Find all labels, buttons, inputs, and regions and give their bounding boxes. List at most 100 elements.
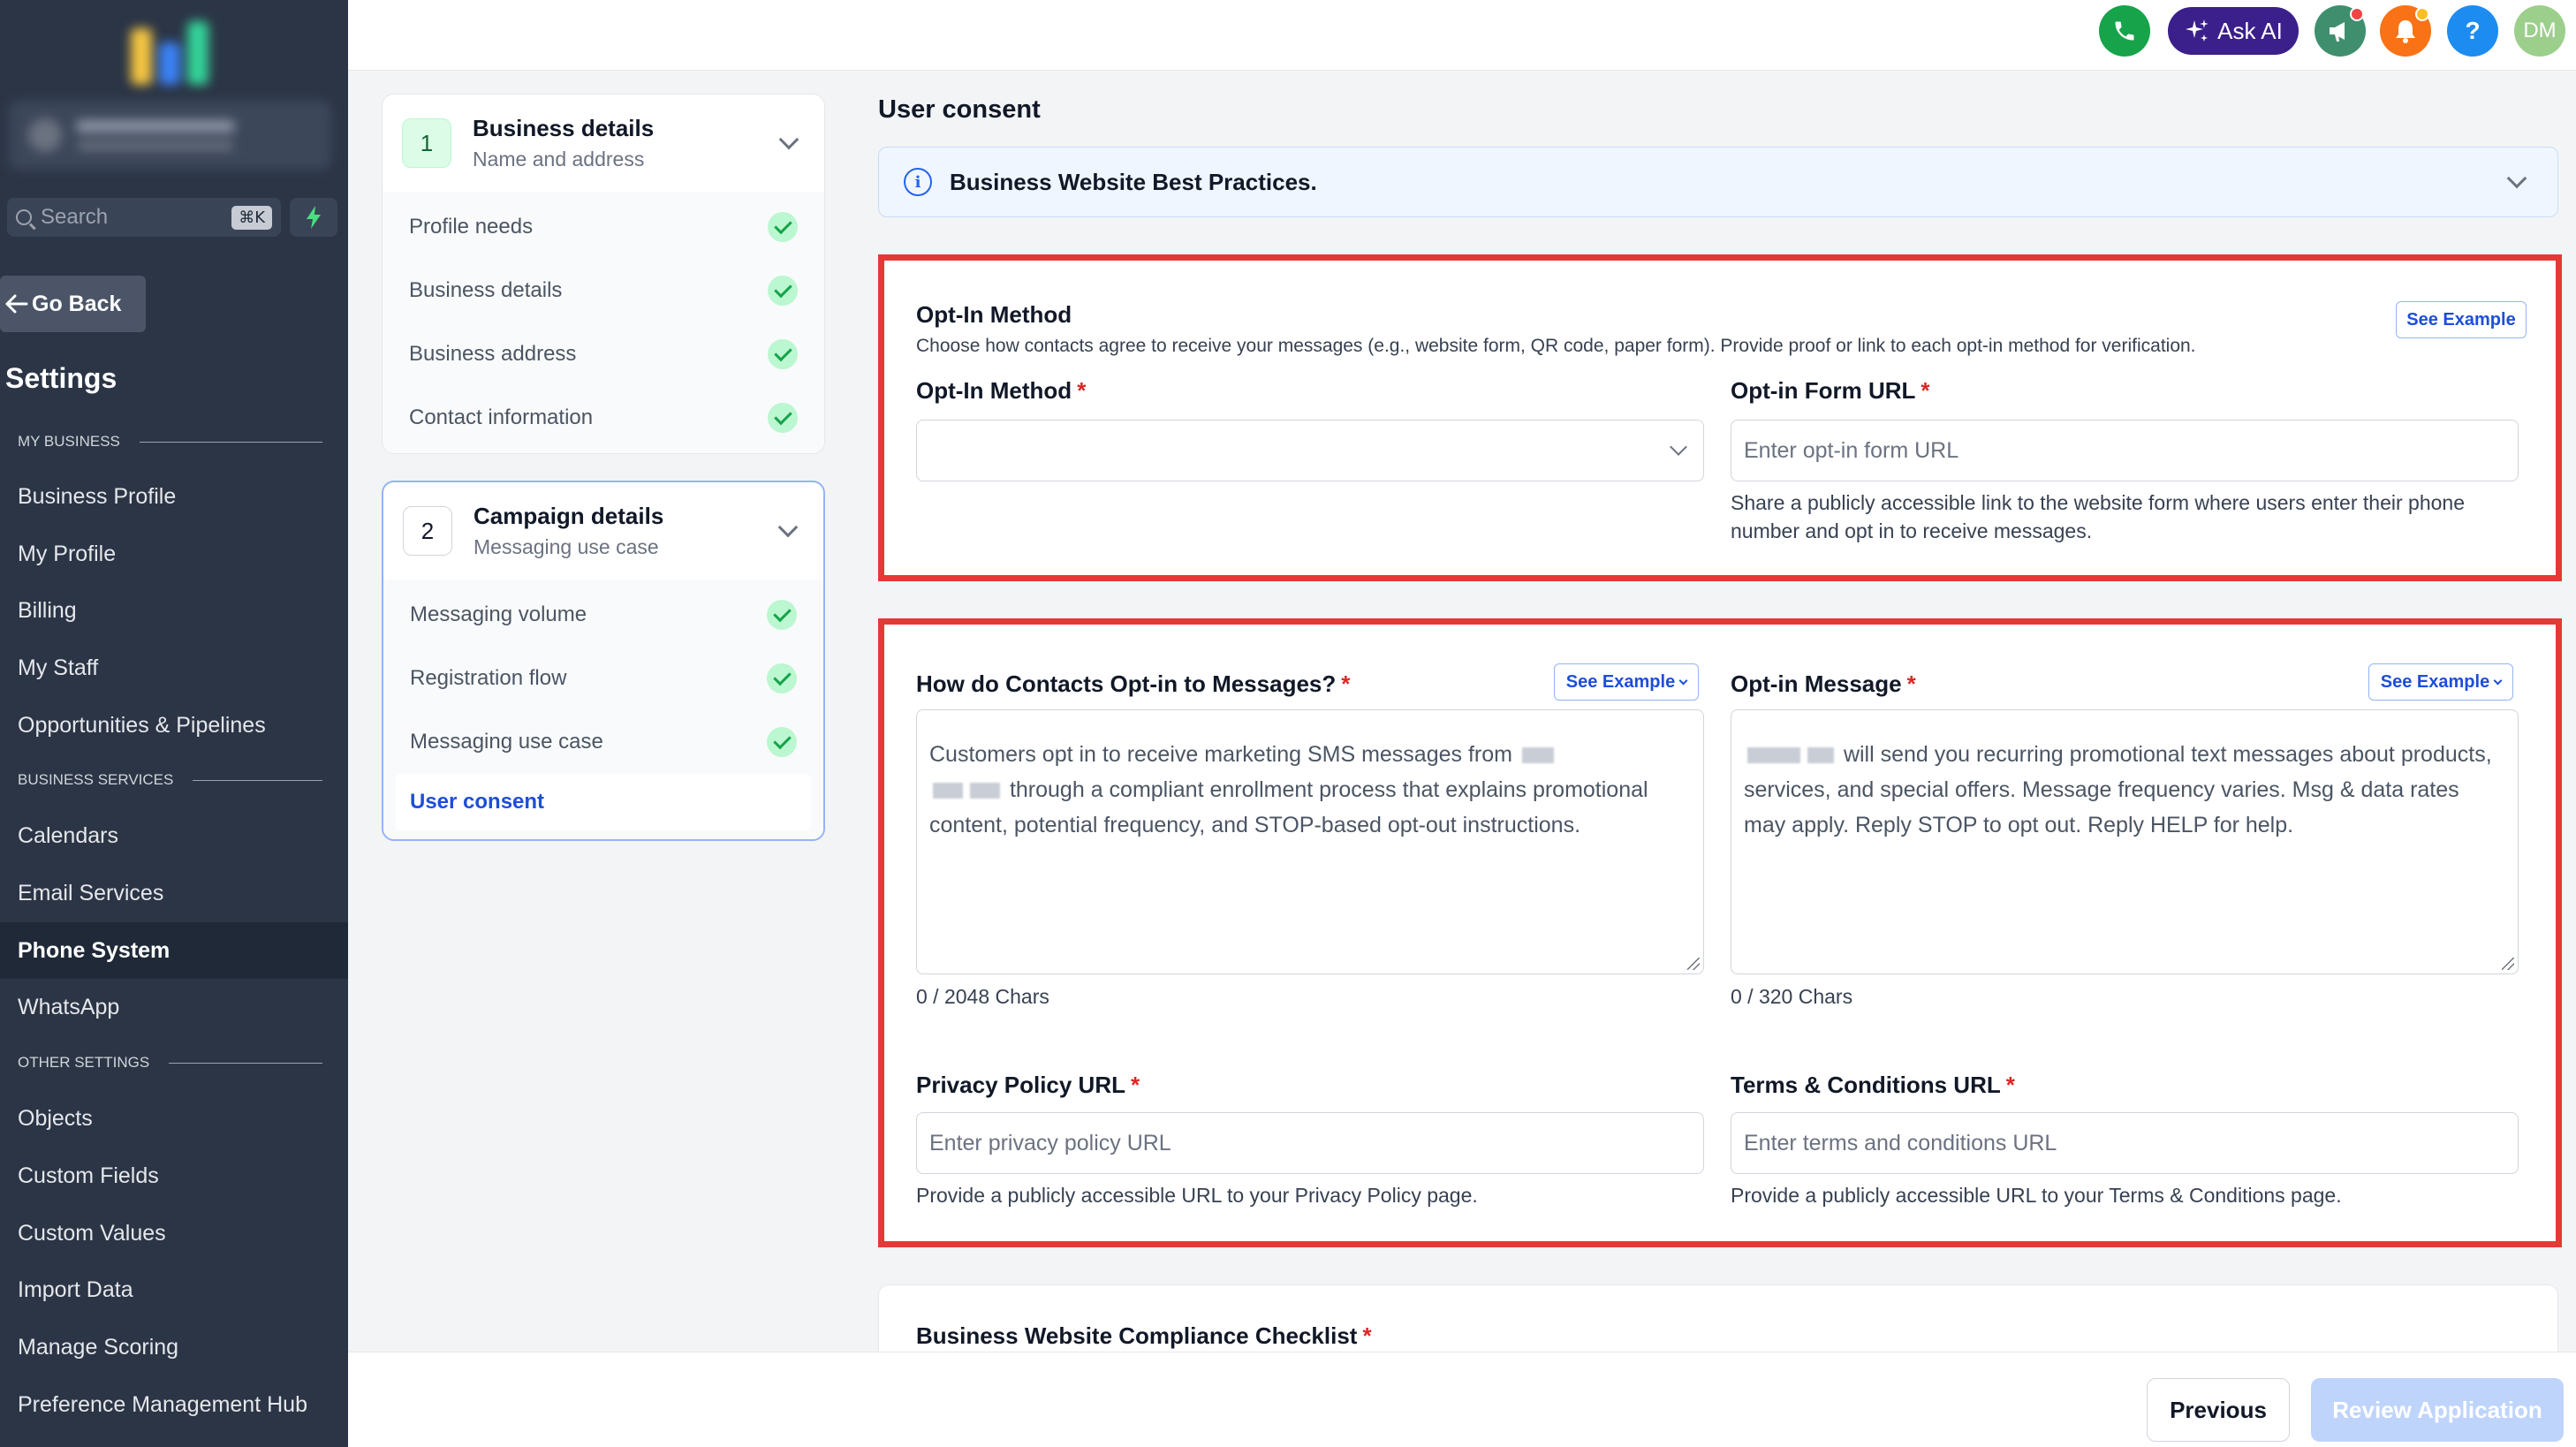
ask-ai-label: Ask AI (2217, 17, 2283, 44)
sidebar-item-custom-values[interactable]: Custom Values (0, 1205, 348, 1261)
megaphone-icon (2330, 22, 2345, 42)
terms-conditions-input[interactable]: Enter terms and conditions URL (1731, 1112, 2519, 1174)
best-practices-label: Business Website Best Practices. (950, 168, 1317, 195)
redacted-text (970, 783, 1000, 799)
sidebar-item-phone-system[interactable]: Phone System (0, 922, 348, 979)
step-item-registration-flow[interactable]: Registration flow (383, 647, 823, 710)
step-subtitle: Messaging use case (474, 535, 659, 558)
compliance-checklist-title: Business Website Compliance Checklist * (916, 1322, 1372, 1349)
opt-in-message-textarea[interactable]: will send you recurring promotional text… (1731, 709, 2519, 974)
opt-in-form-url-input[interactable]: Enter opt-in form URL (1731, 420, 2519, 481)
sidebar-item-my-staff[interactable]: My Staff (0, 640, 348, 696)
terms-conditions-label: Terms & Conditions URL * (1731, 1072, 2015, 1098)
redacted-text (933, 783, 963, 799)
step-item-messaging-use-case[interactable]: Messaging use case (383, 710, 823, 774)
user-avatar[interactable]: DM (2514, 5, 2565, 57)
sidebar-item-whatsapp[interactable]: WhatsApp (0, 979, 348, 1035)
step-header[interactable]: 1 Business details Name and address (383, 95, 824, 192)
sidebar-item-billing[interactable]: Billing (0, 582, 348, 639)
step-item-label: Business address (409, 342, 577, 366)
sidebar-search[interactable]: Search ⌘K (7, 198, 281, 237)
step-item-label: Messaging volume (410, 602, 587, 626)
best-practices-accordion[interactable]: i Business Website Best Practices. (878, 147, 2558, 217)
sidebar-item-import-data[interactable]: Import Data (0, 1261, 348, 1318)
resize-handle[interactable] (2502, 958, 2514, 970)
opt-in-form-url-label: Opt-in Form URL * (1731, 377, 1930, 404)
arrow-left-icon (5, 294, 28, 314)
step-item-label: Contact information (409, 405, 594, 429)
help-icon: ? (2465, 17, 2481, 44)
sidebar-item-objects[interactable]: Objects (0, 1090, 348, 1147)
step-item-user-consent[interactable]: User consent (396, 774, 811, 830)
see-example-button[interactable]: See Example (2396, 301, 2527, 338)
ask-ai-button[interactable]: Ask AI (2168, 7, 2299, 55)
opt-in-section-description: Choose how contacts agree to receive you… (916, 336, 2196, 356)
sparkle-icon (2186, 19, 2209, 42)
resize-handle[interactable] (1687, 958, 1700, 970)
privacy-policy-label: Privacy Policy URL * (916, 1072, 1140, 1098)
step-item-business-details[interactable]: Business details (383, 259, 824, 322)
step-item-contact-information[interactable]: Contact information (383, 386, 824, 450)
step-item-label: Messaging use case (410, 730, 603, 754)
sidebar-item-my-profile[interactable]: My Profile (0, 526, 348, 582)
settings-title: Settings (5, 362, 117, 394)
quick-actions-button[interactable] (290, 198, 337, 237)
see-example-dropdown[interactable]: See Example (1554, 663, 1699, 701)
how-opt-in-counter: 0 / 2048 Chars (916, 985, 1049, 1008)
notifications-button[interactable] (2380, 5, 2431, 57)
step-item-business-address[interactable]: Business address (383, 322, 824, 386)
privacy-policy-helper: Provide a publicly accessible URL to you… (916, 1184, 1478, 1207)
consent-details-section: How do Contacts Opt-in to Messages? * See… (878, 618, 2562, 1247)
check-circle-icon (768, 403, 798, 433)
sidebar-item-business-profile[interactable]: Business Profile (0, 468, 348, 525)
section-business-services: BUSINESS SERVICES (18, 771, 322, 789)
step-number: 2 (403, 506, 452, 556)
step-campaign-details: 2 Campaign details Messaging use case Me… (382, 481, 825, 841)
step-item-messaging-volume[interactable]: Messaging volume (383, 583, 823, 647)
step-header[interactable]: 2 Campaign details Messaging use case (383, 482, 823, 580)
chevron-down-icon[interactable] (778, 129, 799, 150)
previous-button[interactable]: Previous (2147, 1378, 2290, 1442)
section-label-text: MY BUSINESS (18, 433, 120, 450)
bell-icon (2396, 20, 2415, 43)
review-application-button[interactable]: Review Application (2311, 1378, 2564, 1442)
sidebar-item-manage-scoring[interactable]: Manage Scoring (0, 1319, 348, 1375)
avatar-initials: DM (2523, 19, 2557, 42)
announcements-button[interactable] (2315, 5, 2366, 57)
page-title: User consent (878, 95, 1041, 124)
see-example-dropdown[interactable]: See Example (2368, 663, 2513, 701)
step-title: Campaign details (474, 503, 664, 529)
chevron-down-icon[interactable] (777, 517, 799, 538)
step-subtitle: Name and address (473, 148, 645, 170)
search-icon (16, 209, 32, 225)
check-circle-icon (767, 600, 797, 630)
sidebar-item-email-services[interactable]: Email Services (0, 865, 348, 921)
sidebar-item-custom-fields[interactable]: Custom Fields (0, 1148, 348, 1204)
phone-icon (2115, 21, 2134, 41)
terms-conditions-helper: Provide a publicly accessible URL to you… (1731, 1184, 2342, 1207)
phone-button[interactable] (2099, 5, 2150, 57)
app-logo (131, 18, 216, 85)
help-button[interactable]: ? (2447, 5, 2498, 57)
search-shortcut: ⌘K (231, 205, 272, 230)
step-number: 1 (402, 118, 451, 168)
chevron-down-icon (2506, 168, 2527, 189)
step-business-details: 1 Business details Name and address Prof… (382, 94, 825, 454)
chevron-down-icon (1678, 676, 1688, 685)
redacted-text (1807, 747, 1834, 764)
privacy-policy-input[interactable]: Enter privacy policy URL (916, 1112, 1704, 1174)
sidebar-item-calendars[interactable]: Calendars (0, 807, 348, 864)
sidebar-item-preference-hub[interactable]: Preference Management Hub (0, 1376, 348, 1433)
section-my-business: MY BUSINESS (18, 433, 322, 451)
sidebar-item-opportunities[interactable]: Opportunities & Pipelines (0, 697, 348, 754)
account-switcher[interactable] (9, 101, 331, 170)
see-example-label: See Example (1565, 671, 1676, 692)
redacted-text (1521, 747, 1554, 764)
redacted-text (1747, 747, 1800, 764)
step-item-profile-needs[interactable]: Profile needs (383, 195, 824, 259)
opt-in-method-select[interactable] (916, 420, 1704, 481)
check-circle-icon (767, 663, 797, 693)
how-opt-in-textarea[interactable]: Customers opt in to receive marketing SM… (916, 709, 1704, 974)
go-back-button[interactable]: Go Back (0, 276, 146, 332)
step-item-label: Profile needs (409, 215, 534, 239)
